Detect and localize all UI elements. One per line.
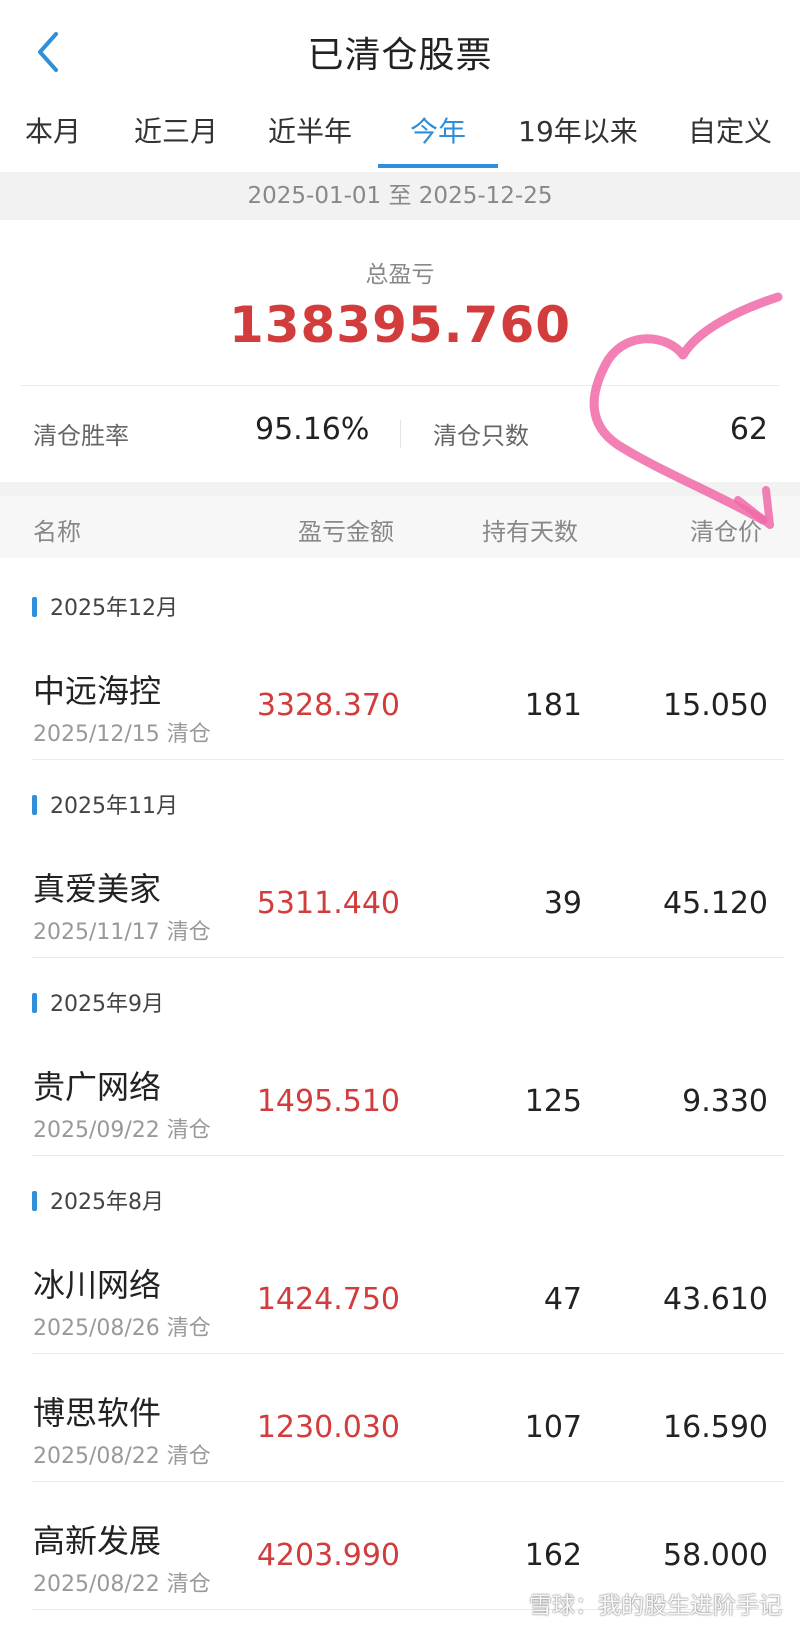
clear-price: 58.000	[663, 1538, 768, 1573]
column-price[interactable]: 清仓价	[690, 512, 762, 547]
pnl-amount: 5311.440	[256, 886, 400, 921]
clear-date: 2025/11/17 清仓	[33, 920, 211, 945]
page-title: 已清仓股票	[307, 35, 493, 76]
column-days[interactable]: 持有天数	[482, 512, 578, 547]
date-range[interactable]: 2025-01-01 至 2025-12-25	[0, 172, 800, 220]
stock-name: 博思软件	[33, 1394, 162, 1432]
cleared-count-label: 清仓只数	[433, 422, 529, 450]
pnl-amount: 1230.030	[256, 1410, 400, 1445]
row-divider	[32, 957, 784, 958]
total-pnl-value: 138395.760	[228, 296, 572, 354]
clear-date: 2025/12/15 清仓	[33, 722, 211, 747]
stock-name: 中远海控	[33, 672, 162, 710]
list-item[interactable]: 博思软件 2025/08/22 清仓 1230.030 107 16.590	[0, 1354, 800, 1482]
total-pnl-label: 总盈亏	[365, 262, 435, 288]
divider	[400, 420, 401, 448]
holding-days: 107	[524, 1410, 582, 1445]
tab-this-month[interactable]: 本月	[8, 108, 98, 172]
clear-date: 2025/08/22 清仓	[33, 1572, 211, 1597]
stock-name: 高新发展	[33, 1522, 162, 1560]
clear-price: 15.050	[663, 688, 768, 723]
holding-days: 125	[524, 1084, 582, 1119]
list-item[interactable]: 中远海控 2025/12/15 清仓 3328.370 181 15.050	[0, 632, 800, 760]
clear-price: 45.120	[663, 886, 768, 921]
tab-custom[interactable]: 自定义	[672, 108, 788, 172]
holding-days: 162	[524, 1538, 582, 1573]
table-header: 名称 盈亏金额 持有天数 清仓价	[0, 496, 800, 558]
tab-half-year[interactable]: 近半年	[250, 108, 370, 172]
list-item[interactable]: 贵广网络 2025/09/22 清仓 1495.510 125 9.330	[0, 1028, 800, 1156]
divider	[20, 385, 780, 386]
row-divider	[32, 1155, 784, 1156]
pnl-amount: 1495.510	[256, 1084, 400, 1119]
win-rate-value: 95.16%	[255, 412, 370, 447]
column-pnl[interactable]: 盈亏金额	[298, 512, 394, 547]
section-gap	[0, 482, 800, 496]
pnl-amount: 1424.750	[256, 1282, 400, 1317]
column-name[interactable]: 名称	[33, 512, 81, 547]
month-header: 2025年8月	[32, 1184, 164, 1216]
clear-price: 16.590	[663, 1410, 768, 1445]
list-item[interactable]: 真爱美家 2025/11/17 清仓 5311.440 39 45.120	[0, 830, 800, 958]
month-header: 2025年12月	[32, 590, 178, 622]
clear-price: 43.610	[663, 1282, 768, 1317]
tab-three-months[interactable]: 近三月	[116, 108, 236, 172]
clear-date: 2025/08/26 清仓	[33, 1316, 211, 1341]
tab-since-2019[interactable]: 19年以来	[508, 108, 648, 172]
watermark: 雪球：我的股生进阶手记	[529, 1593, 782, 1619]
period-tabs: 本月 近三月 近半年 今年 19年以来 自定义	[0, 108, 800, 172]
win-rate-label: 清仓胜率	[33, 422, 129, 450]
active-tab-indicator	[378, 164, 498, 168]
header-bar: 已清仓股票	[0, 0, 800, 100]
month-header: 2025年9月	[32, 986, 164, 1018]
holding-days: 39	[543, 886, 582, 921]
stock-name: 真爱美家	[33, 870, 162, 908]
holding-days: 47	[543, 1282, 582, 1317]
list-item[interactable]: 冰川网络 2025/08/26 清仓 1424.750 47 43.610	[0, 1226, 800, 1354]
month-header: 2025年11月	[32, 788, 178, 820]
clear-price: 9.330	[682, 1084, 768, 1119]
clear-date: 2025/08/22 清仓	[33, 1444, 211, 1469]
clear-date: 2025/09/22 清仓	[33, 1118, 211, 1143]
tab-this-year[interactable]: 今年	[378, 108, 498, 172]
pnl-amount: 3328.370	[256, 688, 400, 723]
pnl-amount: 4203.990	[256, 1538, 400, 1573]
cleared-count-value: 62	[729, 412, 768, 447]
stock-name: 贵广网络	[33, 1068, 162, 1106]
stock-name: 冰川网络	[33, 1266, 162, 1304]
row-divider	[32, 759, 784, 760]
holding-days: 181	[524, 688, 582, 723]
